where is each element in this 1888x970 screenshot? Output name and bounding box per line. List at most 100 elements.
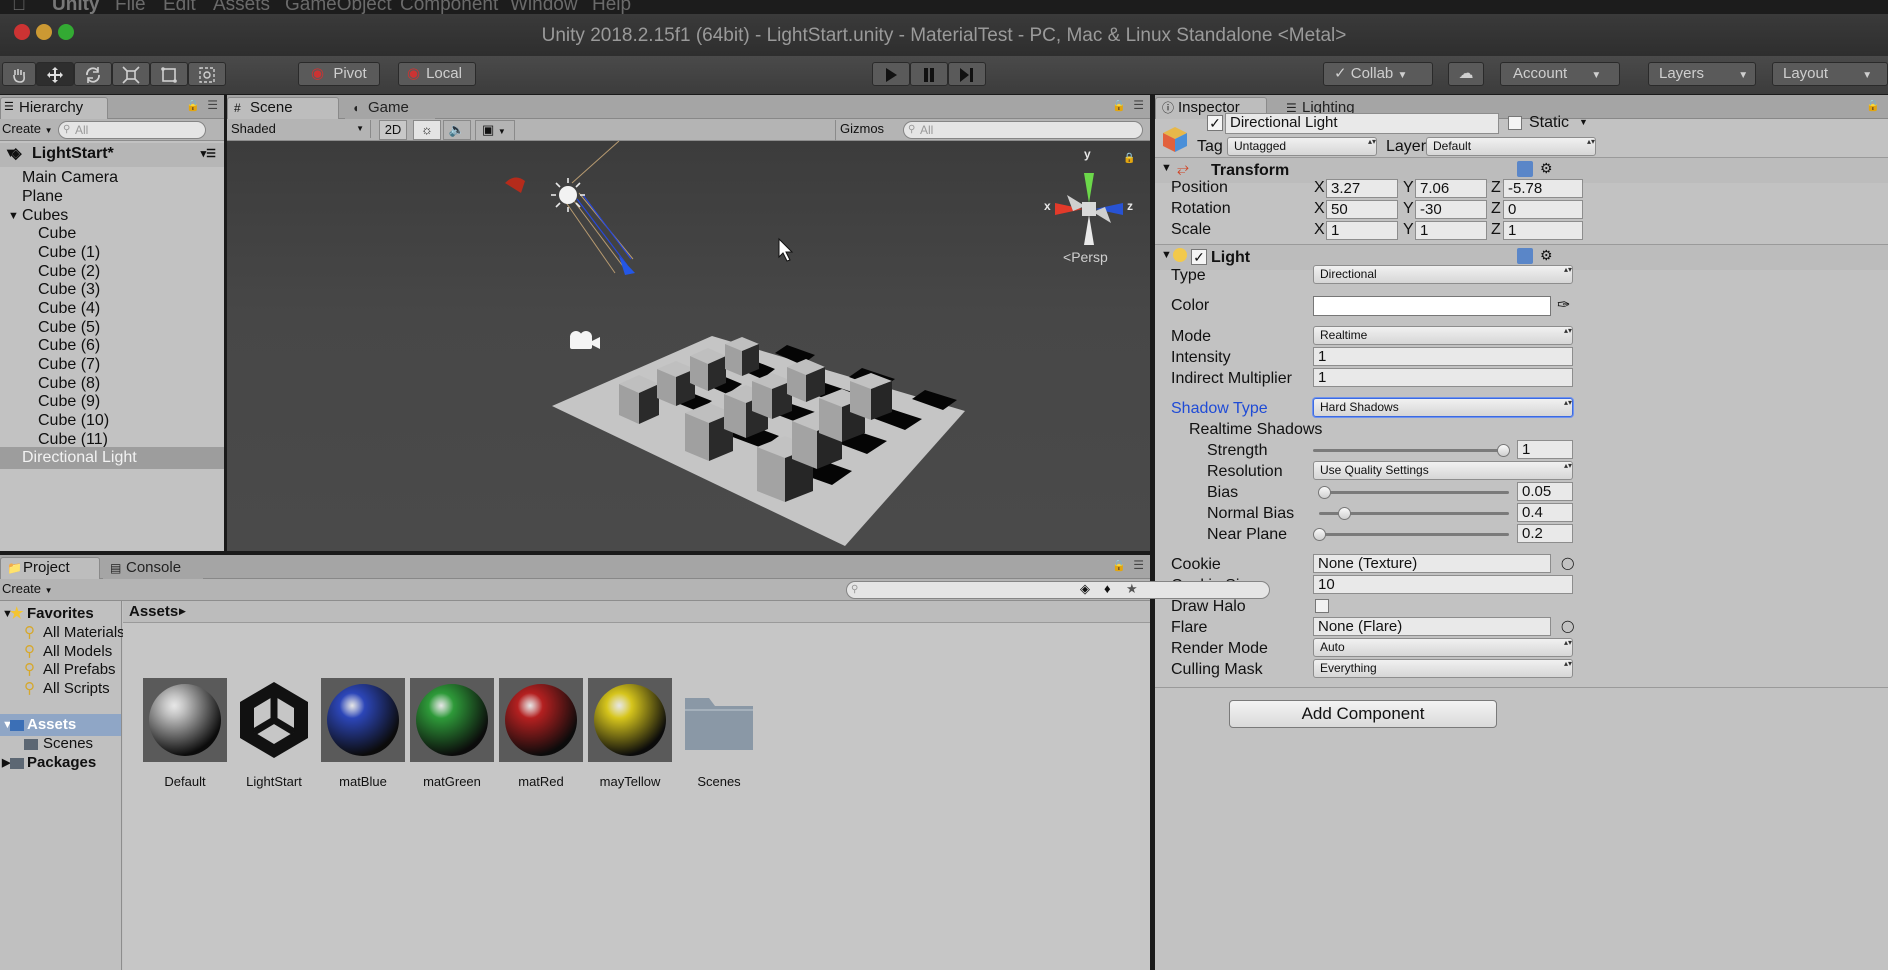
local-toggle[interactable]: ◉ Local: [398, 62, 476, 86]
menu-assets[interactable]: Assets: [213, 0, 270, 14]
gizmo-lock-icon[interactable]: 🔒: [1123, 153, 1135, 164]
menu-window[interactable]: Window: [510, 0, 578, 14]
panel-menu-icon[interactable]: ☰: [207, 98, 218, 112]
layers-dropdown[interactable]: Layers ▼: [1648, 62, 1756, 86]
asset-tile-matred[interactable]: matRed: [497, 676, 585, 789]
bias-slider-knob[interactable]: [1317, 486, 1331, 499]
persp-toggle[interactable]: <Persp: [1063, 249, 1108, 265]
eyedropper-icon[interactable]: ✑: [1557, 295, 1570, 315]
scene-lighting-button[interactable]: ☼: [413, 120, 441, 140]
light-type-dropdown[interactable]: Directional: [1313, 265, 1573, 284]
draw-mode-dropdown[interactable]: Shaded ▼: [231, 120, 371, 138]
position-z-field[interactable]: -5.78: [1503, 179, 1583, 198]
collab-dropdown[interactable]: ✓ Collab ▼: [1323, 62, 1433, 86]
object-name-field[interactable]: Directional Light: [1225, 113, 1499, 134]
zoom-window-button[interactable]: [58, 24, 74, 40]
hierarchy-scene-row[interactable]: ▼ ◈ LightStart* ▾☰: [0, 143, 224, 167]
rotation-y-field[interactable]: -30: [1415, 200, 1487, 219]
tab-console[interactable]: ▤ Console: [103, 557, 203, 579]
search-by-label-icon[interactable]: ♦: [1104, 581, 1111, 596]
panel-menu-icon[interactable]: ☰: [1133, 98, 1144, 112]
strength-slider-track[interactable]: [1313, 449, 1503, 452]
scene-search-input[interactable]: ⚲ All: [903, 121, 1143, 139]
active-checkbox[interactable]: ✓: [1207, 115, 1223, 131]
asset-tile-matblue[interactable]: matBlue: [319, 676, 407, 789]
project-create-dropdown[interactable]: Create ▼: [2, 580, 53, 600]
lock-icon[interactable]: 🔒: [1866, 99, 1880, 112]
scene-audio-button[interactable]: 🔈: [443, 120, 471, 140]
minimize-window-button[interactable]: [36, 24, 52, 40]
add-component-button[interactable]: Add Component: [1229, 700, 1497, 728]
scale-x-field[interactable]: 1: [1326, 221, 1398, 240]
breadcrumb-assets[interactable]: Assets: [129, 603, 178, 620]
asset-tile-matgreen[interactable]: matGreen: [408, 676, 496, 789]
tab-scene[interactable]: # Scene: [227, 97, 339, 119]
asset-tile-lightstart[interactable]: LightStart: [230, 676, 318, 789]
hierarchy-search-input[interactable]: ⚲ All: [58, 121, 206, 139]
static-checkbox[interactable]: [1508, 116, 1522, 130]
flare-field[interactable]: None (Flare): [1313, 617, 1551, 636]
layer-dropdown[interactable]: Default: [1426, 137, 1596, 156]
culling-mask-dropdown[interactable]: Everything: [1313, 659, 1573, 678]
account-dropdown[interactable]: Account ▼: [1500, 62, 1620, 86]
layout-dropdown[interactable]: Layout ▼: [1772, 62, 1888, 86]
resolution-dropdown[interactable]: Use Quality Settings: [1313, 461, 1573, 480]
toggle-2d-button[interactable]: 2D: [379, 120, 407, 140]
play-button[interactable]: [872, 62, 910, 86]
project-search-input[interactable]: ⚲: [846, 581, 1270, 599]
menu-help[interactable]: Help: [592, 0, 631, 14]
menu-gameobject[interactable]: GameObject: [285, 0, 392, 14]
help-book-icon[interactable]: [1517, 161, 1533, 177]
rotate-tool-button[interactable]: [74, 62, 112, 86]
menu-file[interactable]: File: [115, 0, 146, 14]
position-y-field[interactable]: 7.06: [1415, 179, 1487, 198]
hierarchy-create-dropdown[interactable]: Create ▼: [2, 120, 53, 140]
settings-sliders-icon[interactable]: ⚙: [1540, 247, 1553, 264]
menu-app[interactable]: Unity: [52, 0, 100, 14]
render-mode-dropdown[interactable]: Auto: [1313, 638, 1573, 657]
scene-viewport[interactable]: y x z 🔒 <Persp: [227, 141, 1150, 551]
pivot-toggle[interactable]: ◉ Pivot: [298, 62, 380, 86]
hand-tool-button[interactable]: [2, 62, 36, 86]
strength-slider-knob[interactable]: [1497, 444, 1510, 457]
scene-effects-dropdown[interactable]: ▣ ▼: [475, 120, 515, 142]
bias-slider-track[interactable]: [1319, 491, 1509, 494]
favorite-star-icon[interactable]: ★: [1126, 581, 1138, 597]
lock-icon[interactable]: 🔒: [1112, 559, 1126, 572]
light-mode-dropdown[interactable]: Realtime: [1313, 326, 1573, 345]
tab-game[interactable]: ◖ Game: [345, 97, 435, 119]
menu-edit[interactable]: Edit: [163, 0, 196, 14]
normal-bias-slider-knob[interactable]: [1338, 507, 1352, 520]
transform-tool-button[interactable]: [188, 62, 226, 86]
panel-menu-icon[interactable]: ☰: [1133, 558, 1144, 572]
search-by-type-icon[interactable]: ◈: [1080, 581, 1090, 597]
near-plane-slider-track[interactable]: [1319, 533, 1509, 536]
shadow-type-dropdown[interactable]: Hard Shadows: [1313, 398, 1573, 417]
normal-bias-field[interactable]: 0.4: [1517, 503, 1573, 522]
move-tool-button[interactable]: [36, 62, 74, 86]
tab-project[interactable]: 📁 Project: [0, 557, 100, 579]
tag-dropdown[interactable]: Untagged: [1227, 137, 1377, 156]
step-button[interactable]: [948, 62, 986, 86]
intensity-field[interactable]: 1: [1313, 347, 1573, 366]
lock-icon[interactable]: 🔒: [1112, 99, 1126, 112]
cookie-size-field[interactable]: 10: [1313, 575, 1573, 594]
scale-z-field[interactable]: 1: [1503, 221, 1583, 240]
favorite-all-scripts[interactable]: ⚲ All Scripts: [0, 678, 121, 700]
pause-button[interactable]: [910, 62, 948, 86]
hierarchy-item-directional-light[interactable]: Directional Light: [0, 447, 224, 469]
asset-tile-maytellow[interactable]: mayTellow: [586, 676, 674, 789]
rotation-z-field[interactable]: 0: [1503, 200, 1583, 219]
menu-component[interactable]: Component: [400, 0, 498, 14]
asset-tile-scenes[interactable]: Scenes: [675, 676, 763, 789]
chevron-down-icon[interactable]: ▼: [1579, 117, 1588, 127]
scale-tool-button[interactable]: [112, 62, 150, 86]
scene-menu-icon[interactable]: ▾☰: [201, 143, 216, 165]
near-plane-field[interactable]: 0.2: [1517, 524, 1573, 543]
tab-hierarchy[interactable]: ☰ Hierarchy: [0, 97, 108, 119]
rotation-x-field[interactable]: 50: [1326, 200, 1398, 219]
rect-tool-button[interactable]: [150, 62, 188, 86]
light-enabled-checkbox[interactable]: ✓: [1191, 249, 1207, 265]
object-picker-icon[interactable]: ◯: [1561, 619, 1574, 633]
lock-icon[interactable]: 🔒: [186, 99, 200, 112]
